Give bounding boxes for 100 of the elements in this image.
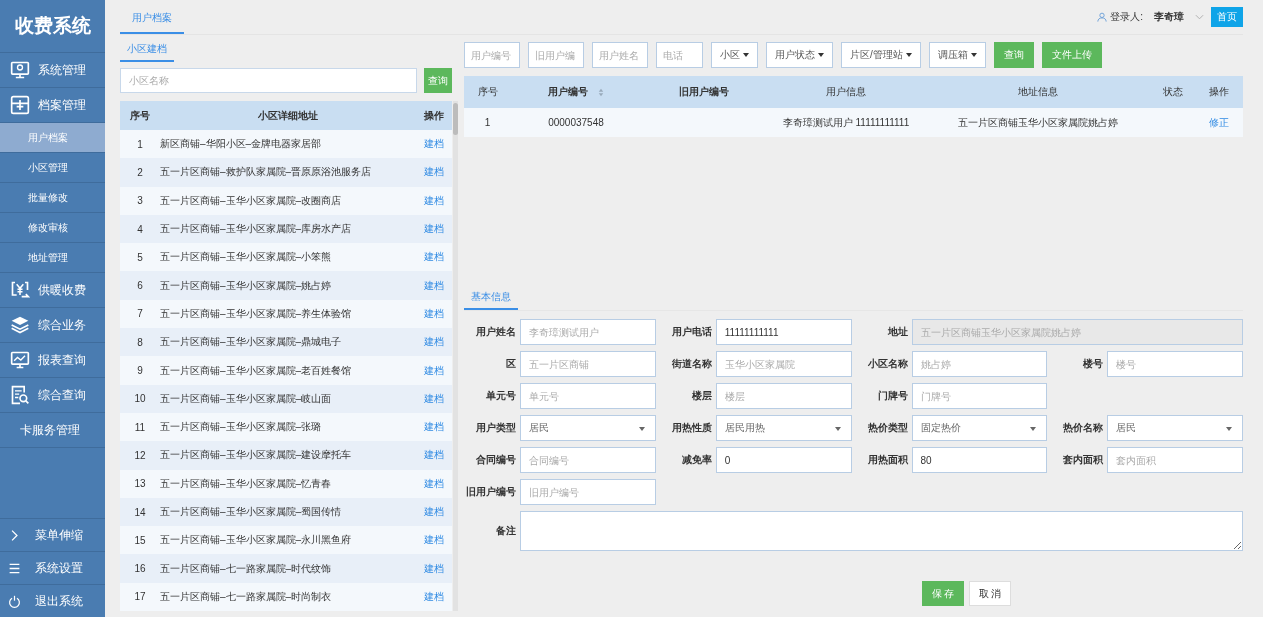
input-field[interactable]: 门牌号 [911, 383, 1048, 409]
column-header: 地址信息 [1017, 85, 1059, 99]
column-header: 操作 [1208, 85, 1230, 99]
plus-box-icon [10, 95, 30, 115]
table-cell-text: 13 [133, 478, 147, 490]
filter-dropdown[interactable]: 调压箱 [928, 42, 986, 68]
table-cell-text: 五一片区商铺–玉华小区家属院–库房水产店 [160, 222, 353, 237]
table-cell-text: 12 [133, 449, 147, 461]
create-link[interactable]: 建档 [416, 476, 452, 491]
input-field[interactable]: 玉华小区家属院 [715, 351, 852, 377]
input-field[interactable]: 11111111111 [715, 319, 852, 345]
create-link[interactable]: 建档 [416, 391, 452, 406]
field-label: 用热性质 [670, 421, 712, 435]
field-label: 减免率 [680, 453, 712, 467]
create-link[interactable]: 建档 [416, 278, 452, 293]
table-cell-text: 2 [136, 166, 144, 178]
create-link[interactable]: 建档 [416, 165, 452, 180]
create-link[interactable]: 建档 [416, 505, 452, 519]
filter-field[interactable]: 旧用户编 [528, 42, 584, 68]
chart-monitor-icon [10, 350, 30, 370]
input-field[interactable]: 旧用户编号 [520, 479, 656, 505]
table-cell-text: 五一片区商铺–玉华小区家属院–岐山面 [160, 391, 333, 406]
menu-item[interactable]: 供暖收费 [0, 273, 105, 308]
table-cell-text: 0000037548 [547, 117, 605, 128]
filter-field[interactable]: 用户姓名 [592, 42, 648, 68]
field-label: 门牌号 [876, 389, 908, 403]
menu-item[interactable]: 卡服务管理 [0, 413, 105, 448]
submenu-item[interactable]: 地址管理 [0, 243, 105, 273]
input-field[interactable]: 80 [911, 447, 1048, 473]
edit-link[interactable]: 修正 [1195, 115, 1243, 130]
input-field[interactable]: 0 [715, 447, 852, 473]
create-link[interactable]: 建档 [416, 420, 452, 435]
create-link[interactable]: 建档 [416, 448, 452, 463]
menu-item[interactable]: 系统管理 [0, 53, 105, 88]
field-label: 热价名称 [1062, 421, 1104, 435]
filter-dropdown[interactable]: 小区 [711, 42, 758, 68]
create-link[interactable]: 建档 [416, 589, 452, 604]
select-field[interactable]: 居民 [1107, 415, 1243, 441]
create-link[interactable]: 建档 [416, 306, 452, 321]
table-cell-text: 新区商铺–华阳小区–金牌电器家居部 [160, 137, 323, 152]
create-link[interactable]: 建档 [416, 561, 452, 576]
menu-item[interactable]: 综合查询 [0, 378, 105, 413]
input-field[interactable]: 楼号 [1107, 351, 1243, 377]
action-button[interactable]: 查询 [993, 42, 1034, 68]
menu-item[interactable]: 综合业务 [0, 308, 105, 343]
select-field[interactable]: 居民用热 [715, 415, 852, 441]
table-cell-text: 五一片区商铺–玉华小区家属院–小笨熊 [160, 250, 333, 265]
field-label: 楼层 [690, 389, 712, 403]
table-cell-text: 9 [136, 365, 144, 376]
submenu-item[interactable]: 修改审核 [0, 213, 105, 243]
field-label: 备注 [495, 524, 516, 538]
menu-item[interactable]: 系统设置 [0, 552, 105, 585]
field-label: 用户类型 [475, 421, 516, 435]
filter-dropdown[interactable]: 用户状态 [766, 42, 833, 68]
menu-item[interactable]: 菜单伸缩 [0, 519, 105, 552]
create-link[interactable]: 建档 [416, 193, 452, 208]
submenu-item[interactable]: 批量修改 [0, 183, 105, 213]
filter-dropdown[interactable]: 片区/管理站 [841, 42, 921, 68]
save-button[interactable]: 保 存 [922, 581, 964, 606]
field-label: 小区名称 [866, 357, 908, 371]
chevron-down-icon[interactable] [1195, 14, 1204, 20]
home-button[interactable]: 首页 [1211, 7, 1243, 27]
input-field[interactable]: 合同编号 [520, 447, 656, 473]
input-field[interactable]: 单元号 [520, 383, 656, 409]
sort-icon[interactable] [598, 87, 604, 97]
input-field[interactable]: 李奇璋测试用户 [520, 319, 656, 345]
select-field[interactable]: 固定热价 [911, 415, 1048, 441]
table-cell-text: 五一片区商铺–救护队家属院–晋原原浴池服务店 [160, 165, 373, 180]
submenu-item[interactable]: 用户档案 [0, 123, 105, 153]
input-field[interactable]: 姚占婷 [911, 351, 1048, 377]
column-header: 序号 [129, 108, 151, 123]
create-link[interactable]: 建档 [416, 335, 452, 350]
tab[interactable]: 小区建档 [120, 42, 174, 62]
select-field[interactable]: 居民 [520, 415, 656, 441]
create-link[interactable]: 建档 [416, 250, 452, 265]
menu-item[interactable]: 退出系统 [0, 585, 105, 617]
field-label: 合同编号 [475, 453, 516, 467]
input-field[interactable]: 套内面积 [1107, 447, 1243, 473]
input-field[interactable]: 楼层 [715, 383, 852, 409]
search-field[interactable]: 小区名称 [120, 68, 417, 93]
submenu-item[interactable]: 小区管理 [0, 153, 105, 183]
table-cell-text: 五一片区商铺–玉华小区家属院–养生体验馆 [160, 306, 353, 321]
menu-item[interactable]: 报表查询 [0, 343, 105, 378]
notes-field[interactable] [520, 511, 1243, 551]
tab[interactable]: 基本信息 [464, 290, 518, 310]
action-button[interactable]: 文件上传 [1041, 42, 1102, 68]
field-label: 区 [505, 357, 516, 371]
cancel-button[interactable]: 取 消 [969, 581, 1011, 606]
scrollbar[interactable] [453, 101, 458, 612]
tab[interactable]: 用户档案 [120, 11, 184, 34]
create-link[interactable]: 建档 [416, 137, 452, 152]
filter-field[interactable]: 电话 [656, 42, 703, 68]
create-link[interactable]: 建档 [416, 222, 452, 237]
column-header: 序号 [476, 85, 499, 99]
create-link[interactable]: 建档 [416, 533, 452, 548]
search-button[interactable]: 查询 [424, 68, 452, 93]
table-cell-text: 五一片区商铺–玉华小区家属院–改圈商店 [160, 193, 343, 208]
create-link[interactable]: 建档 [416, 363, 452, 378]
app-title: 收费系统 [0, 0, 105, 53]
filter-field[interactable]: 用户编号 [464, 42, 520, 68]
